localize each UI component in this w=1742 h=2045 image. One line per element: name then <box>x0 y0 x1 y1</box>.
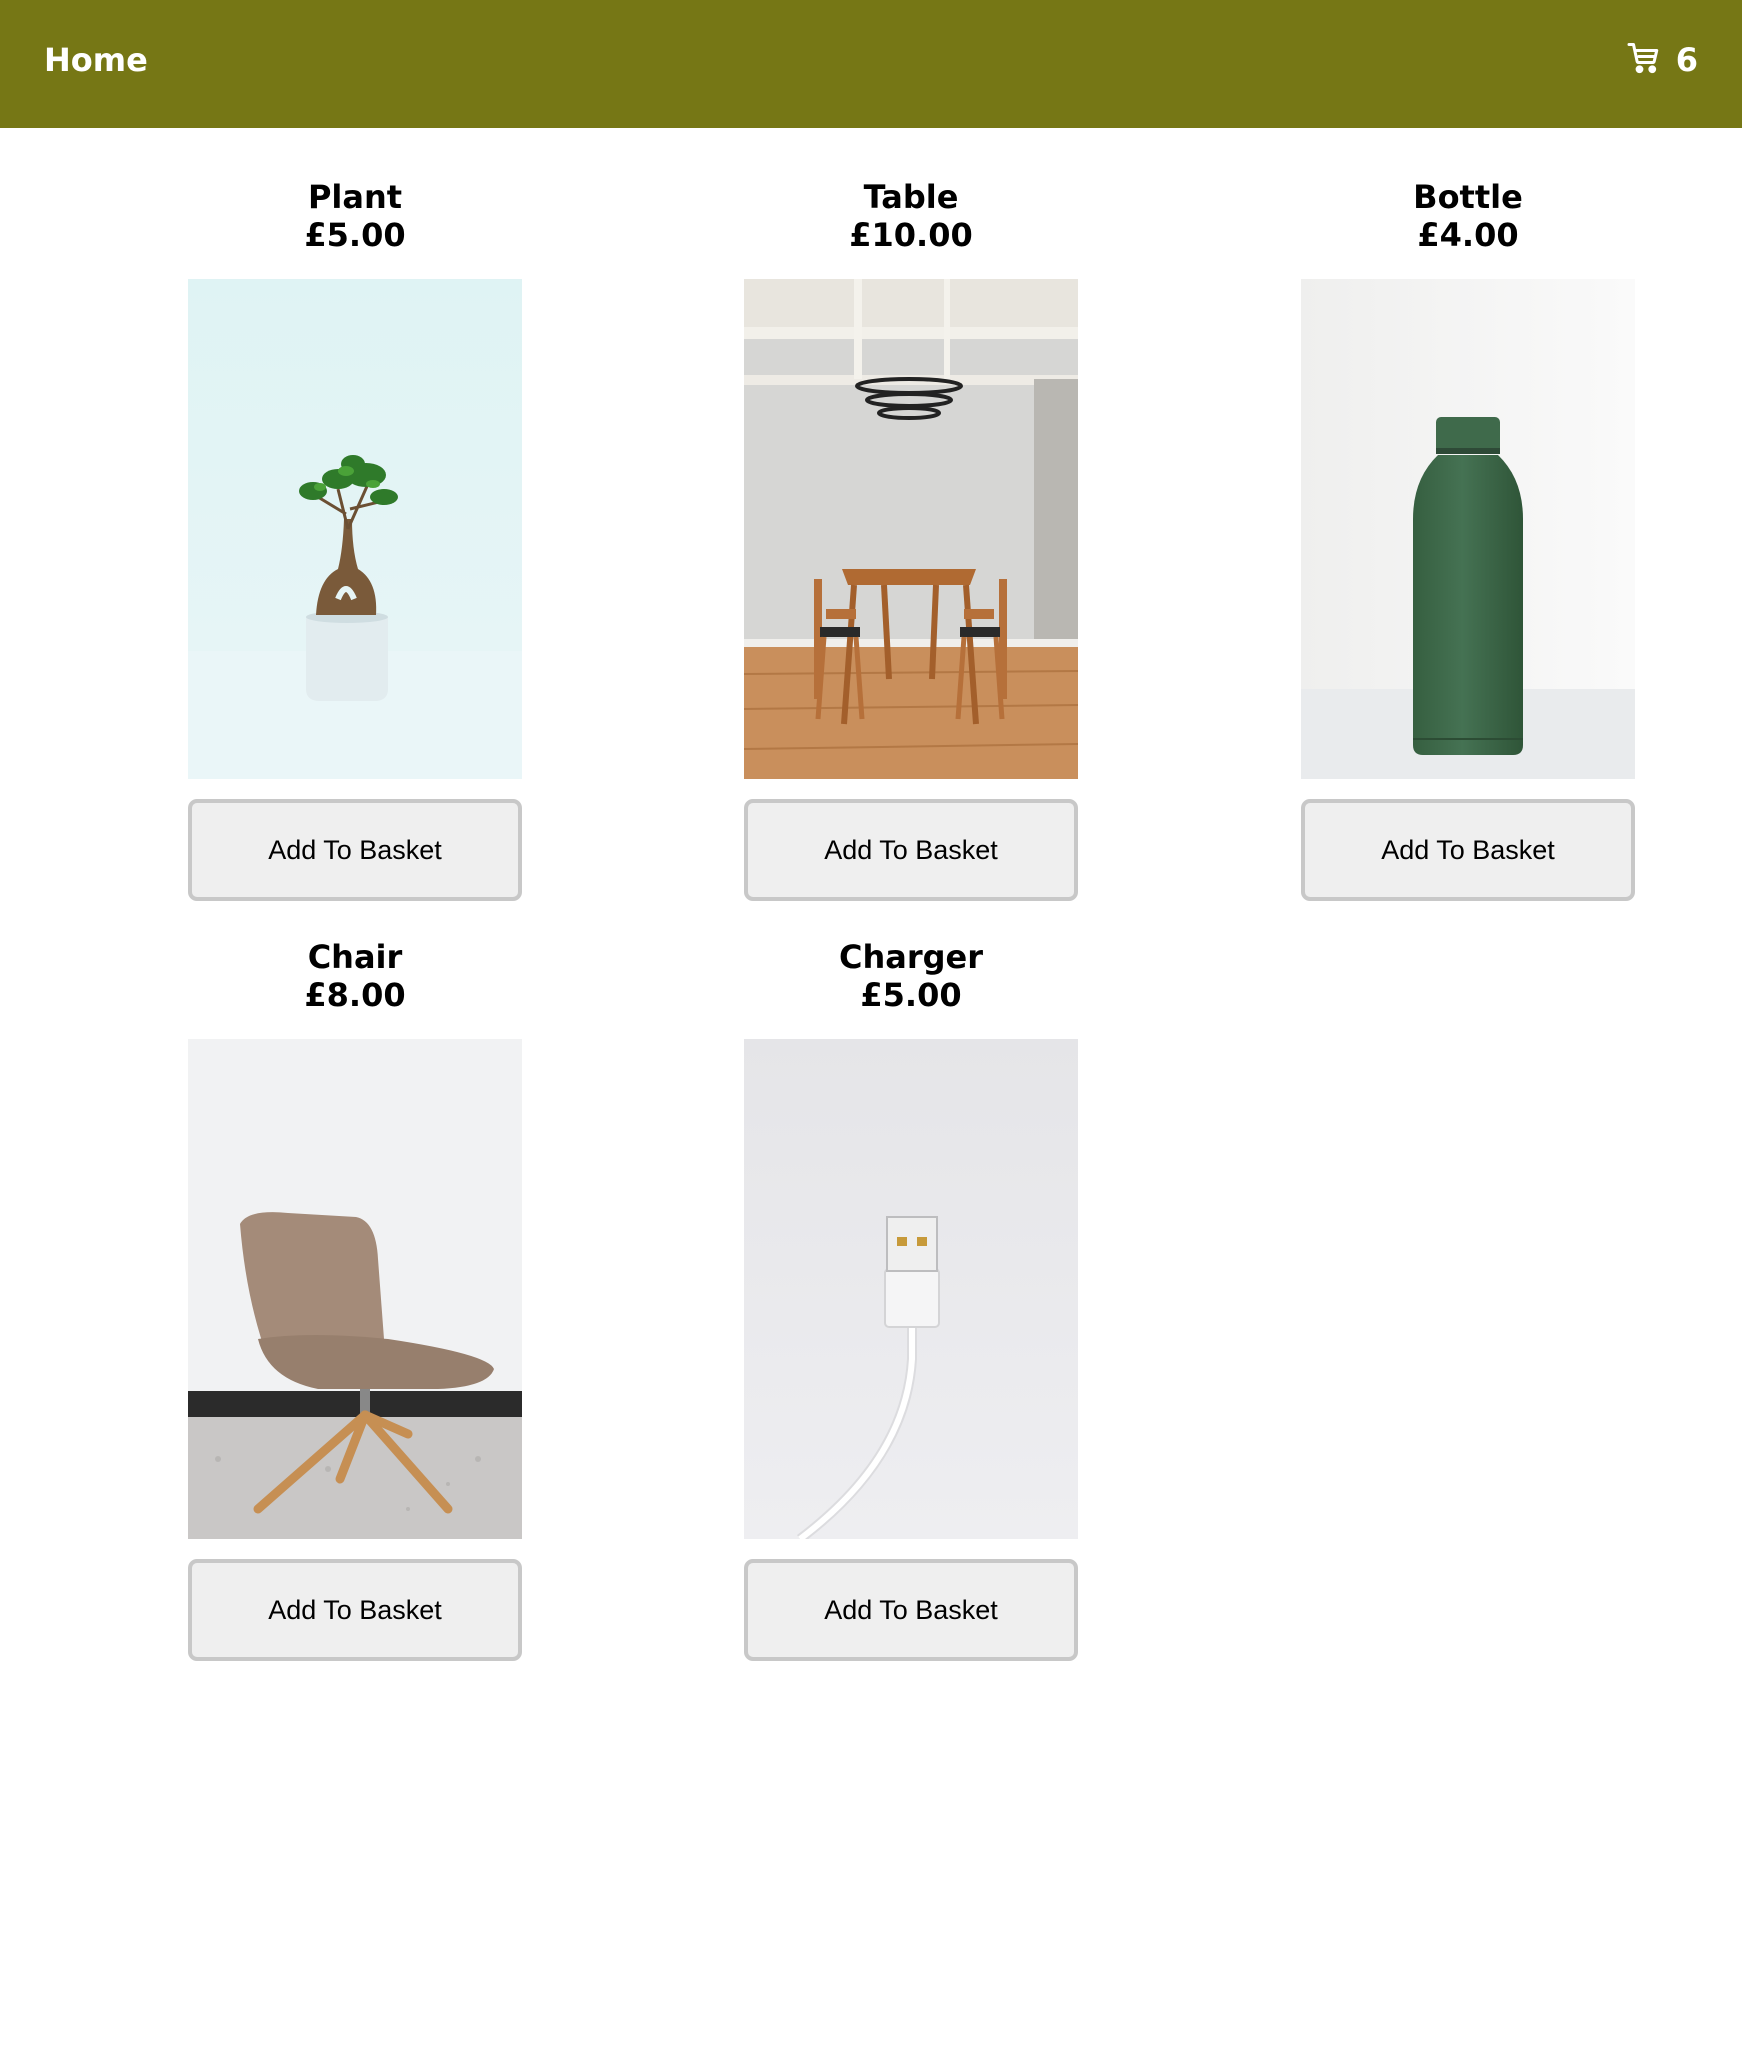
product-image-charger <box>744 1039 1078 1539</box>
top-nav-bar: Home 6 <box>0 0 1742 128</box>
product-image-bottle <box>1301 279 1635 779</box>
product-price: £4.00 <box>1417 216 1519 254</box>
cart-button[interactable]: 6 <box>1626 38 1698 82</box>
shopping-cart-icon <box>1626 40 1676 81</box>
product-name: Table <box>863 178 959 216</box>
product-image-plant <box>188 279 522 779</box>
add-to-basket-button[interactable]: Add To Basket <box>188 799 522 901</box>
product-name: Bottle <box>1413 178 1523 216</box>
product-price: £5.00 <box>860 976 962 1014</box>
product-price: £8.00 <box>304 976 406 1014</box>
home-link[interactable]: Home <box>44 38 148 82</box>
product-price: £10.00 <box>849 216 973 254</box>
add-to-basket-button[interactable]: Add To Basket <box>744 799 1078 901</box>
cart-count-badge: 6 <box>1675 41 1698 79</box>
add-to-basket-button[interactable]: Add To Basket <box>1301 799 1635 901</box>
product-price: £5.00 <box>304 216 406 254</box>
product-name: Chair <box>307 938 403 976</box>
add-to-basket-button[interactable]: Add To Basket <box>744 1559 1078 1661</box>
add-to-basket-button[interactable]: Add To Basket <box>188 1559 522 1661</box>
product-name: Plant <box>307 178 403 216</box>
product-image-table <box>744 279 1078 779</box>
product-image-chair <box>188 1039 522 1539</box>
product-name: Charger <box>838 938 984 976</box>
